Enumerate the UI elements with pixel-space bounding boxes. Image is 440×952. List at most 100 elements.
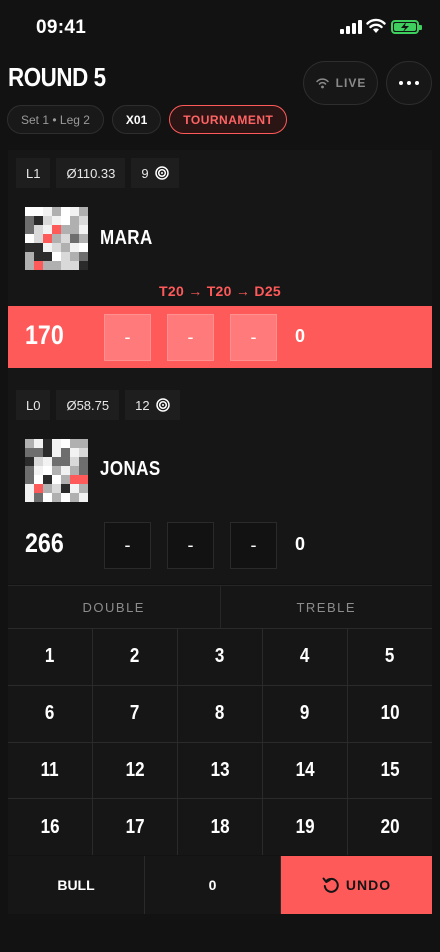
avatar-pixel <box>70 207 79 216</box>
key-5[interactable]: 5 <box>348 629 432 685</box>
avatar-pixel <box>43 466 52 475</box>
avatar-pixel <box>70 457 79 466</box>
avatar-pixel <box>34 261 43 270</box>
more-options-button[interactable] <box>386 61 432 105</box>
key-15[interactable]: 15 <box>348 742 432 799</box>
key-12[interactable]: 12 <box>93 742 177 799</box>
battery-charging-icon <box>391 20 422 34</box>
avatar-pixel <box>52 484 61 493</box>
key-13[interactable]: 13 <box>178 742 262 799</box>
key-label: 7 <box>130 702 140 725</box>
key-14[interactable]: 14 <box>263 742 347 799</box>
avatar-pixel <box>34 225 43 234</box>
avatar-pixel <box>79 475 88 484</box>
target-icon <box>154 166 169 180</box>
avatar-pixel <box>34 457 43 466</box>
live-button[interactable]: LIVE <box>303 61 378 105</box>
avatar-pixel <box>70 439 79 448</box>
double-button[interactable]: DOUBLE <box>8 586 220 628</box>
darts-thrown-stat: 12 <box>125 390 180 420</box>
avatar-pixel <box>70 216 79 225</box>
key-18[interactable]: 18 <box>178 799 262 855</box>
dart-3-slot[interactable]: - <box>230 314 277 361</box>
number-keypad: 1 2 3 4 5 6 7 8 9 10 11 12 13 14 15 16 1… <box>8 628 432 855</box>
dart-1-slot[interactable]: - <box>104 314 151 361</box>
avatar-pixel <box>25 234 34 243</box>
player-score-row-active[interactable]: 170 - - - 0 <box>8 306 432 368</box>
avatar-pixel <box>52 234 61 243</box>
zero-button[interactable]: 0 <box>144 856 281 914</box>
player-name: JONAS <box>100 458 161 480</box>
key-20[interactable]: 20 <box>348 799 432 855</box>
avatar-pixel <box>43 243 52 252</box>
key-label: 10 <box>380 702 400 725</box>
avatar-pixel <box>43 252 52 261</box>
key-8[interactable]: 8 <box>178 685 262 742</box>
bull-button[interactable]: BULL <box>8 856 144 914</box>
avatar-pixel <box>25 439 34 448</box>
key-17[interactable]: 17 <box>93 799 177 855</box>
key-1[interactable]: 1 <box>8 629 92 685</box>
page-title: ROUND 5 <box>8 62 106 92</box>
average-stat: Ø58.75 <box>56 390 120 420</box>
legs-won-stat: L1 <box>16 158 51 188</box>
avatar-pixel <box>61 207 70 216</box>
undo-button[interactable]: UNDO <box>281 856 432 914</box>
key-label: 8 <box>215 702 225 725</box>
key-16[interactable]: 16 <box>8 799 92 855</box>
player-score-row[interactable]: 266 - - - 0 <box>8 514 432 576</box>
avatar-pixel <box>43 261 52 270</box>
game-mode-chip[interactable]: X01 <box>111 105 162 134</box>
avatar-pixel <box>61 439 70 448</box>
avatar-pixel <box>61 484 70 493</box>
avatar-pixel <box>25 207 34 216</box>
key-7[interactable]: 7 <box>93 685 177 742</box>
event-type-chip[interactable]: TOURNAMENT <box>169 105 288 134</box>
avatar-pixel <box>52 243 61 252</box>
avatar-pixel <box>61 234 70 243</box>
round-total: 0 <box>295 534 306 554</box>
avatar-pixel <box>34 234 43 243</box>
remaining-score: 170 <box>25 320 64 350</box>
more-dot-icon <box>399 81 403 85</box>
avatar-pixel <box>79 493 88 502</box>
key-label: 6 <box>45 702 55 725</box>
key-19[interactable]: 19 <box>263 799 347 855</box>
set-leg-chip[interactable]: Set 1 • Leg 2 <box>7 105 104 134</box>
key-11[interactable]: 11 <box>8 742 92 799</box>
key-3[interactable]: 3 <box>178 629 262 685</box>
dart-3-slot[interactable]: - <box>230 522 277 569</box>
checkout-suggestion: T20 → T20 → D25 <box>159 283 281 299</box>
remaining-score: 266 <box>25 528 64 558</box>
status-time: 09:41 <box>36 17 87 38</box>
avatar-pixel <box>25 448 34 457</box>
key-4[interactable]: 4 <box>263 629 347 685</box>
avatar-pixel <box>79 234 88 243</box>
dart-2-slot[interactable]: - <box>167 522 214 569</box>
treble-button[interactable]: TREBLE <box>219 586 433 628</box>
key-6[interactable]: 6 <box>8 685 92 742</box>
avatar-pixel <box>52 493 61 502</box>
key-2[interactable]: 2 <box>93 629 177 685</box>
avatar-pixel <box>70 448 79 457</box>
avatar-pixel <box>52 457 61 466</box>
player-avatar <box>25 207 88 270</box>
avatar-pixel <box>25 225 34 234</box>
avatar-pixel <box>61 216 70 225</box>
avatar-pixel <box>61 252 70 261</box>
status-bar: 09:41 <box>0 0 440 56</box>
avatar-pixel <box>52 261 61 270</box>
dart-1-slot[interactable]: - <box>104 522 151 569</box>
avatar-pixel <box>34 448 43 457</box>
key-10[interactable]: 10 <box>348 685 432 742</box>
avatar-pixel <box>34 484 43 493</box>
undo-icon <box>322 877 339 893</box>
average-stat: Ø110.33 <box>56 158 126 188</box>
avatar-pixel <box>52 439 61 448</box>
key-label: 12 <box>125 758 145 781</box>
avatar-pixel <box>79 216 88 225</box>
avatar-pixel <box>52 252 61 261</box>
live-label: LIVE <box>335 76 367 90</box>
dart-2-slot[interactable]: - <box>167 314 214 361</box>
key-9[interactable]: 9 <box>263 685 347 742</box>
